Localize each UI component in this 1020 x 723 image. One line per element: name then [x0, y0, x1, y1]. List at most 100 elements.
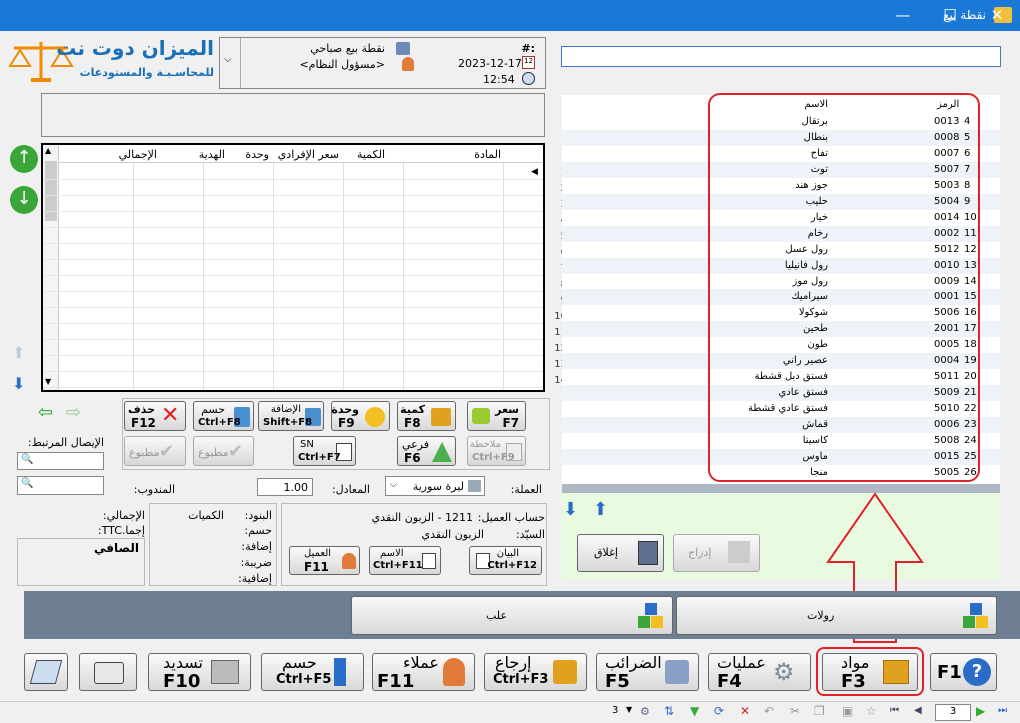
close-window-button[interactable]: ✕	[974, 0, 1020, 31]
star-icon[interactable]: ☆	[866, 704, 877, 718]
grid-row-line	[43, 211, 543, 212]
move-up-icon[interactable]: ↑	[10, 145, 38, 173]
grid-scrollbar[interactable]: ▲ ▼	[43, 145, 59, 390]
help-button[interactable]: F1 ?	[930, 653, 997, 691]
items-grid[interactable]: المادة الكمية سعر الإفرادي وحدة الهدية ا…	[41, 143, 567, 392]
pay-button[interactable]: تسديد F10	[148, 653, 251, 692]
group-rolls[interactable]: رولات	[676, 596, 997, 635]
records-dropdown[interactable]: 3	[612, 705, 618, 716]
price-button[interactable]: سعر F7	[467, 401, 526, 431]
discount-total-label: حسم:	[244, 524, 272, 537]
print-button[interactable]	[79, 653, 137, 691]
fkey-highlight	[816, 647, 924, 696]
cut-icon[interactable]: ✂	[790, 704, 800, 718]
sn-button[interactable]: SN Ctrl+F7	[293, 436, 356, 466]
copy-icon[interactable]: ❐	[814, 704, 825, 718]
client-icon	[443, 658, 465, 686]
scroll-up-arrow-icon[interactable]: ▲	[45, 146, 51, 155]
qty-label: كمية	[400, 403, 425, 416]
ops-button[interactable]: عمليات F4 ⚙	[708, 653, 811, 692]
notes-box[interactable]	[41, 93, 545, 137]
printed-label-1: مطبوع	[129, 446, 160, 459]
first-page-icon[interactable]: ⏮	[890, 705, 899, 716]
gears-icon: ⚙	[773, 658, 795, 686]
grid-row-line	[43, 259, 543, 260]
ops-key: F4	[717, 671, 742, 692]
cubes-icon	[963, 603, 989, 629]
printed-button-2[interactable]: ✔ مطبوع	[193, 436, 254, 466]
page-setup-button[interactable]	[24, 653, 68, 691]
grid-row-line	[43, 243, 543, 244]
customer-account-value: 1211 - الزبون النقدي	[371, 511, 473, 524]
tools-icon[interactable]: ⚙	[640, 705, 650, 718]
refresh-icon[interactable]: ⟳	[714, 704, 724, 718]
qty-button[interactable]: كمية F8	[397, 401, 456, 431]
grid-row-line	[43, 179, 543, 180]
search-icon[interactable]: 🔍	[21, 478, 33, 489]
last-page-icon[interactable]: ⏭	[998, 705, 1007, 716]
addition-total-label: إضافة:	[241, 540, 272, 553]
list-down-icon[interactable]: ⬇	[563, 499, 578, 520]
linked-receipt-label: الإيصال المرتبط:	[27, 436, 104, 449]
sort-icon[interactable]: ⇅	[664, 704, 674, 718]
group-boxes[interactable]: علب	[351, 596, 673, 635]
note-button[interactable]: ملاحظة Ctrl+F9	[467, 436, 526, 466]
sn-label: SN	[300, 439, 314, 450]
qtys-label: الكميات	[188, 509, 224, 522]
statement-button[interactable]: البيان Ctrl+F12	[469, 546, 542, 575]
maximize-button[interactable]: ☐	[927, 0, 973, 31]
equiv-input[interactable]: 1.00	[257, 478, 313, 496]
add-button[interactable]: الإضافة Shift+F8	[258, 401, 324, 431]
printed-button-1[interactable]: ✔ مطبوع	[124, 436, 186, 466]
chevron-down-icon[interactable]: ⌵	[224, 54, 232, 65]
save-icon[interactable]: ▣	[842, 704, 853, 718]
filter-icon[interactable]: ▼	[690, 704, 699, 718]
invoice-header: ⌵ #: نقطة بيع صباحي <مسؤول النظام> 12 20…	[219, 37, 546, 89]
chevron-down-icon[interactable]: ⌵	[390, 480, 397, 490]
discount-fkey-button[interactable]: حسم Ctrl+F5	[261, 653, 364, 691]
name-label: الاسم	[380, 548, 404, 559]
scroll-down-icon[interactable]: ⬇	[12, 374, 25, 393]
customer-button[interactable]: العميل F11	[289, 546, 360, 575]
brand-name: الميزان دوت نت	[56, 36, 214, 60]
scroll-up-icon[interactable]: ⬆	[12, 343, 25, 362]
scroll-down-arrow-icon[interactable]: ▼	[45, 377, 51, 386]
move-down-icon[interactable]: ↓	[10, 186, 38, 214]
search-input[interactable]	[561, 46, 1001, 67]
chevron-down-icon[interactable]: ▼	[626, 705, 632, 714]
prev-page-icon[interactable]: ◀	[914, 705, 922, 716]
search-icon[interactable]: 🔍	[21, 454, 33, 465]
cancel-icon[interactable]: ✕	[740, 704, 750, 718]
item-discount-button[interactable]: حسم Ctrl+F8	[193, 401, 254, 431]
check-icon: ✔	[228, 441, 244, 462]
tree-icon	[432, 442, 452, 462]
clients-button[interactable]: عملاء F11	[372, 653, 475, 692]
brand-tagline: للمحاسـبـة والمستودعات	[79, 66, 214, 79]
name-button[interactable]: الاسم Ctrl+F11	[369, 546, 441, 575]
return-button[interactable]: إرجاع Ctrl+F3	[484, 653, 587, 691]
next-page-icon[interactable]: ▶	[976, 704, 985, 718]
col-qty: الكمية	[356, 148, 385, 161]
statement-label: البيان	[496, 548, 519, 559]
nav-left-icon[interactable]: ⇦	[38, 402, 53, 423]
list-up-icon[interactable]: ⬆	[593, 499, 608, 520]
taxes-button[interactable]: الضرائب F5	[596, 653, 699, 692]
customer-sir-label: السيّد:	[515, 528, 545, 541]
nav-right-icon[interactable]: ⇨	[66, 402, 81, 423]
linked-receipt-input[interactable]: 🔍	[17, 452, 104, 470]
sub-label: فرعي	[401, 438, 429, 451]
scroll-thumb[interactable]	[45, 161, 57, 221]
discount-fkey-label: حسم	[282, 653, 317, 672]
close-list-button[interactable]: إغلاق	[577, 534, 664, 572]
minimize-button[interactable]: —	[880, 0, 926, 31]
unit-button[interactable]: وحدة F9	[331, 401, 390, 431]
delete-button[interactable]: ✕ حذف F12	[124, 401, 186, 431]
page-number-input[interactable]: 3	[935, 704, 971, 721]
rep-input[interactable]: 🔍	[17, 476, 104, 495]
undo-icon[interactable]: ↶	[764, 704, 774, 718]
add-label: الإضافة	[270, 404, 301, 415]
insert-button[interactable]: إدراج	[673, 534, 760, 572]
currency-icon	[468, 480, 481, 492]
sub-button[interactable]: فرعي F6	[397, 436, 456, 466]
currency-select[interactable]: ⌵ ليرة سورية	[385, 476, 485, 496]
